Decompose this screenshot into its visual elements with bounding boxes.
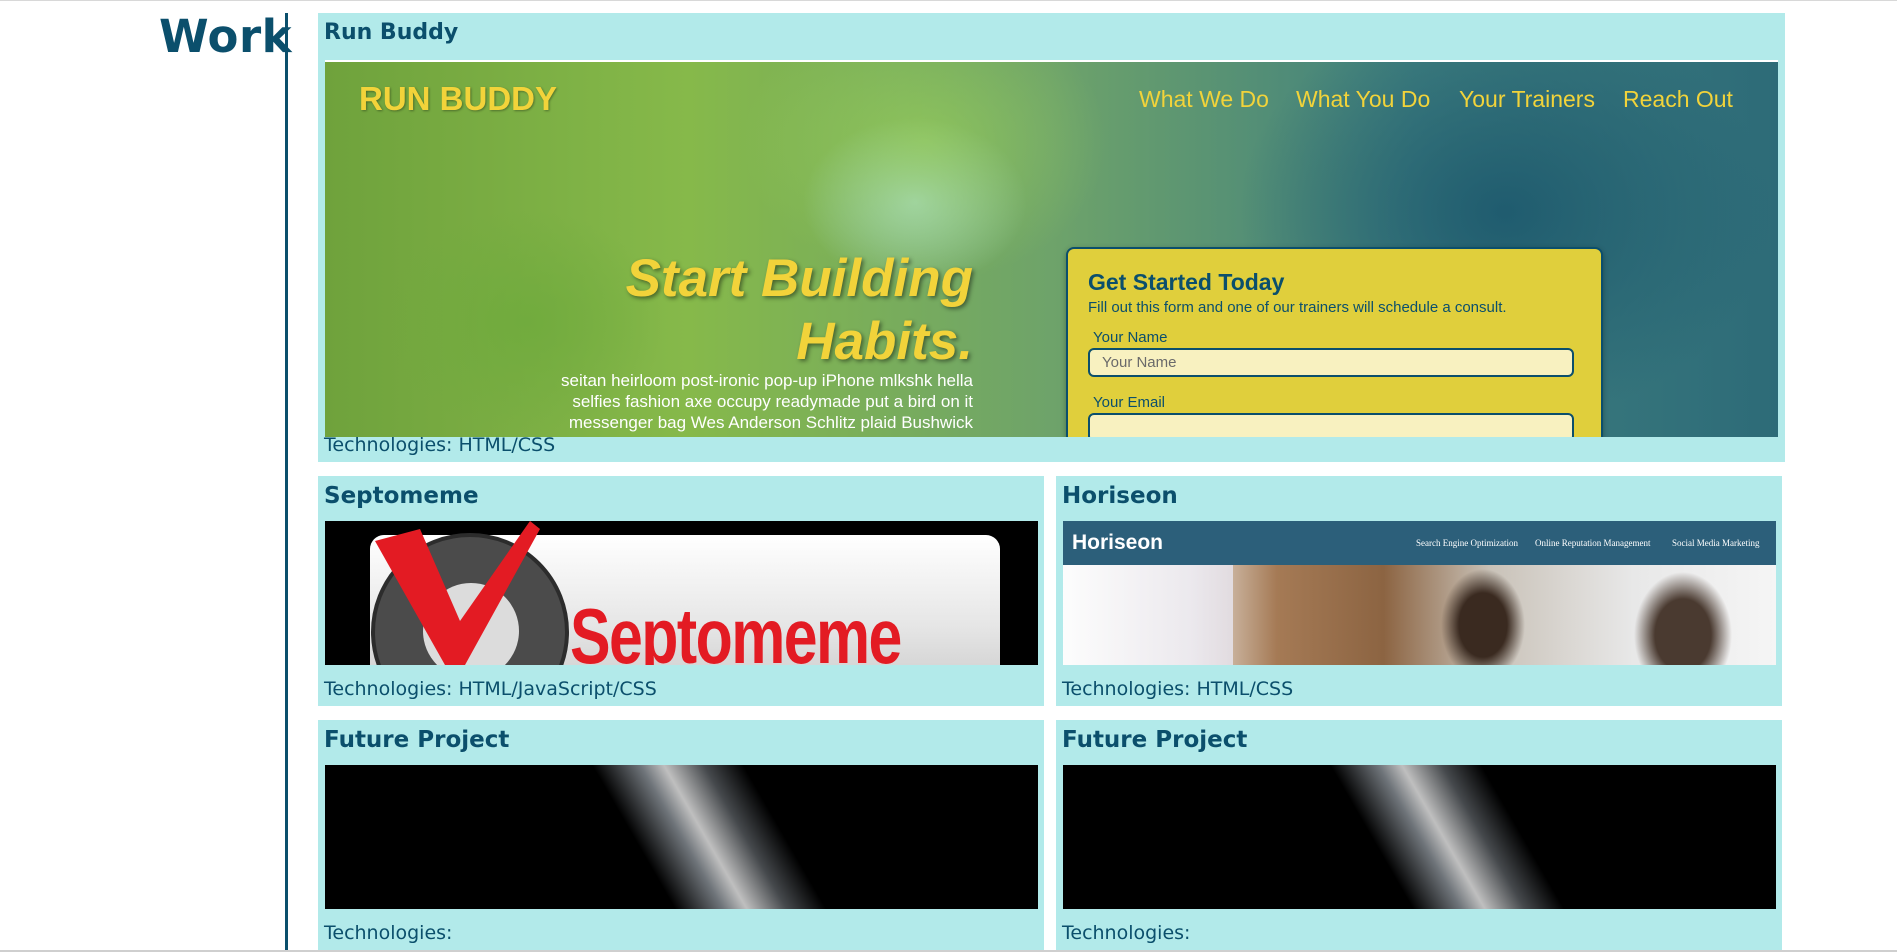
horiseon-nav-seo: Search Engine Optimization (1416, 538, 1518, 548)
top-divider (0, 0, 1897, 1)
form-subtitle: Fill out this form and one of our traine… (1088, 299, 1507, 316)
project-preview-image[interactable] (325, 765, 1038, 909)
horiseon-nav-social: Social Media Marketing (1672, 538, 1760, 548)
project-card-septomeme[interactable]: Septomeme Septomeme Technologies: HTML/J… (318, 476, 1044, 706)
horiseon-nav-reputation: Online Reputation Management (1535, 538, 1651, 548)
form-title: Get Started Today (1088, 269, 1285, 295)
checkmark-icon (375, 521, 540, 665)
project-title: Future Project (324, 727, 510, 753)
horiseon-window-glare (1063, 565, 1233, 665)
project-title: Horiseon (1062, 483, 1178, 509)
hero-body-text: seitan heirloom post-ironic pop-up iPhon… (561, 371, 973, 432)
project-technologies: Technologies: HTML/CSS (1062, 678, 1294, 700)
project-card-run-buddy[interactable]: Run Buddy RUN BUDDY What We Do What You … (318, 13, 1785, 462)
nav-link-your-trainers: Your Trainers (1459, 86, 1595, 112)
project-card-horiseon[interactable]: Horiseon Horiseon Search Engine Optimiza… (1056, 476, 1782, 706)
project-preview-image[interactable] (1063, 765, 1776, 909)
email-input (1088, 413, 1574, 437)
project-technologies: Technologies: HTML/JavaScript/CSS (324, 678, 657, 700)
name-input: Your Name (1088, 348, 1574, 377)
project-preview-image[interactable]: Horiseon Search Engine Optimization Onli… (1063, 521, 1776, 665)
project-title: Septomeme (324, 483, 479, 509)
project-card-future-2[interactable]: Future Project Technologies: (1056, 720, 1782, 952)
name-label: Your Name (1093, 329, 1168, 346)
run-buddy-logo: RUN BUDDY (359, 80, 557, 117)
nav-link-what-you-do: What You Do (1296, 86, 1431, 112)
signup-form-panel: Get Started Today Fill out this form and… (1066, 247, 1603, 437)
hero-headline-line-1: Start Building (625, 249, 973, 308)
email-label: Your Email (1093, 394, 1165, 411)
project-title: Future Project (1062, 727, 1248, 753)
hero-headline: Start Building Habits. (626, 247, 973, 373)
nav-link-what-we-do: What We Do (1139, 86, 1269, 112)
project-preview-image[interactable]: Septomeme (325, 521, 1038, 665)
hero-headline-line-2: Habits. (796, 312, 973, 371)
section-title: Work (159, 10, 293, 63)
section-divider-line (285, 13, 288, 950)
project-preview-image[interactable]: RUN BUDDY What We Do What You Do Your Tr… (325, 60, 1778, 437)
nav-link-reach-out: Reach Out (1623, 86, 1733, 112)
project-title: Run Buddy (324, 20, 459, 45)
project-technologies: Technologies: (1062, 922, 1191, 944)
project-card-future-1[interactable]: Future Project Technologies: (318, 720, 1044, 952)
horiseon-logo: Horiseon (1072, 531, 1164, 554)
project-technologies: Technologies: HTML/CSS (324, 434, 556, 456)
septomeme-logo-text: Septomeme (570, 592, 902, 665)
project-technologies: Technologies: (324, 922, 453, 944)
